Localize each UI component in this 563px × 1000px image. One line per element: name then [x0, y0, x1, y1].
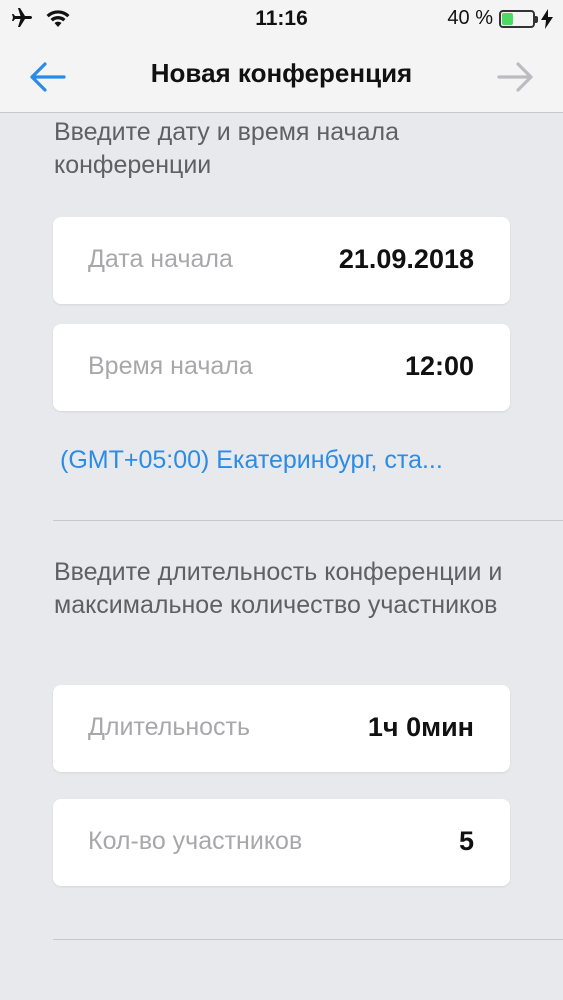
- navigation-bar: Новая конференция: [0, 40, 563, 113]
- datetime-prompt: Введите дату и время начала конференции: [54, 118, 399, 179]
- participants-field[interactable]: Кол-во участников 5: [53, 799, 510, 886]
- duration-value: 1ч 0мин: [367, 712, 474, 742]
- status-bar: 11:16 40 %: [0, 0, 563, 40]
- duration-field[interactable]: Длительность 1ч 0мин: [53, 685, 510, 772]
- start-time-field[interactable]: Время начала 12:00: [53, 324, 510, 411]
- start-date-field[interactable]: Дата начала 21.09.2018: [53, 217, 510, 304]
- start-time-label: Время начала: [88, 352, 253, 380]
- arrow-right-icon[interactable]: [495, 56, 537, 98]
- battery-percent: 40 %: [447, 7, 493, 29]
- form-content[interactable]: Введите дату и время начала конференции …: [0, 113, 563, 1000]
- start-time-value: 12:00: [404, 351, 474, 381]
- charging-bolt-icon: [541, 8, 553, 29]
- participants-label: Кол-во участников: [88, 827, 303, 855]
- section-divider: [53, 939, 563, 940]
- battery-icon: [499, 9, 538, 28]
- status-right: 40 %: [447, 7, 553, 30]
- battery-level: [502, 12, 513, 25]
- start-date-value: 21.09.2018: [338, 244, 474, 274]
- timezone-link[interactable]: (GMT+05:00) Екатеринбург, ста...: [60, 446, 443, 475]
- page-title: Новая конференция: [150, 58, 413, 88]
- duration-label: Длительность: [88, 713, 251, 741]
- participants-value: 5: [458, 826, 474, 856]
- section-divider: [53, 520, 563, 521]
- duration-prompt: Введите длительность конференции и макси…: [54, 558, 503, 619]
- start-date-label: Дата начала: [88, 245, 233, 273]
